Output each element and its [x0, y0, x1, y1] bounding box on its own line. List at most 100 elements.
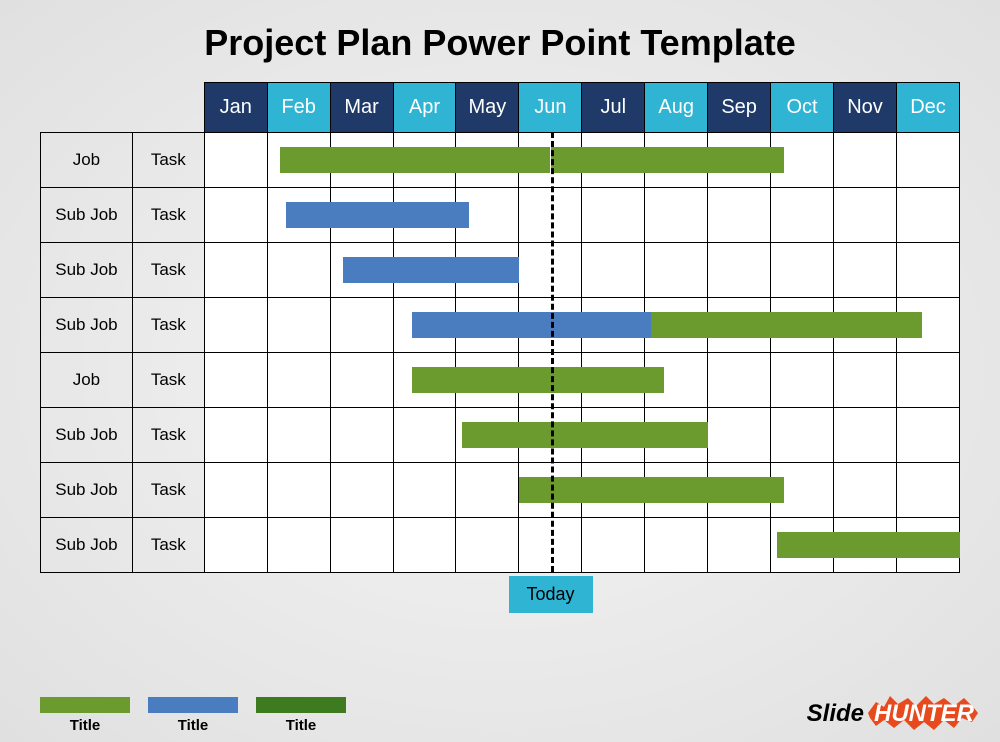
- month-header-may: May: [456, 83, 519, 133]
- brand-badge: HUNTER: [868, 698, 980, 730]
- gantt-cell: [771, 133, 834, 188]
- brand-text-slide: Slide: [807, 700, 864, 728]
- gantt-cell: [456, 188, 519, 243]
- legend: TitleTitleTitle: [40, 697, 346, 734]
- blank-header-task: [132, 83, 204, 133]
- gantt-cell: [456, 463, 519, 518]
- task-label: Task: [132, 188, 204, 243]
- gantt-cell: [896, 243, 959, 298]
- gantt-cell: [708, 188, 771, 243]
- gantt-cell: [645, 518, 708, 573]
- legend-swatch: [40, 697, 130, 713]
- job-label: Sub Job: [41, 408, 133, 463]
- gantt-cell: [771, 408, 834, 463]
- gantt-cell: [771, 518, 834, 573]
- blank-header-job: [41, 83, 133, 133]
- page-title: Project Plan Power Point Template: [0, 0, 1000, 82]
- gantt-cell: [896, 353, 959, 408]
- gantt-cell: [708, 518, 771, 573]
- task-label: Task: [132, 518, 204, 573]
- gantt-cell: [582, 133, 645, 188]
- legend-item: Title: [40, 697, 130, 734]
- job-label: Sub Job: [41, 518, 133, 573]
- job-label: Sub Job: [41, 298, 133, 353]
- gantt-cell: [708, 298, 771, 353]
- job-label: Job: [41, 133, 133, 188]
- gantt-cell: [456, 298, 519, 353]
- gantt-cell: [771, 243, 834, 298]
- task-label: Task: [132, 298, 204, 353]
- gantt-cell: [834, 298, 897, 353]
- gantt-cell: [834, 518, 897, 573]
- gantt-cell: [834, 188, 897, 243]
- month-header-nov: Nov: [834, 83, 897, 133]
- gantt-cell: [267, 518, 330, 573]
- job-label: Job: [41, 353, 133, 408]
- legend-label: Title: [148, 717, 238, 734]
- legend-swatch: [256, 697, 346, 713]
- gantt-cell: [267, 133, 330, 188]
- gantt-cell: [393, 243, 456, 298]
- task-label: Task: [132, 353, 204, 408]
- gantt-cell: [267, 463, 330, 518]
- month-header-aug: Aug: [645, 83, 708, 133]
- gantt-cell: [708, 133, 771, 188]
- gantt-cell: [204, 188, 267, 243]
- gantt-cell: [896, 408, 959, 463]
- gantt-cell: [582, 353, 645, 408]
- gantt-cell: [393, 408, 456, 463]
- gantt-cell: [645, 463, 708, 518]
- gantt-cell: [204, 463, 267, 518]
- gantt-cell: [645, 243, 708, 298]
- task-label: Task: [132, 133, 204, 188]
- gantt-cell: [645, 133, 708, 188]
- table-row: Sub JobTask: [41, 188, 960, 243]
- gantt-cell: [204, 518, 267, 573]
- table-row: Sub JobTask: [41, 408, 960, 463]
- gantt-cell: [393, 353, 456, 408]
- gantt-cell: [771, 353, 834, 408]
- gantt-cell: [582, 188, 645, 243]
- month-header-jan: Jan: [204, 83, 267, 133]
- gantt-cell: [204, 408, 267, 463]
- task-label: Task: [132, 463, 204, 518]
- gantt-cell: [393, 298, 456, 353]
- gantt-cell: [204, 133, 267, 188]
- gantt-cell: [896, 463, 959, 518]
- gantt-cell: [393, 188, 456, 243]
- gantt-cell: [582, 408, 645, 463]
- gantt-cell: [645, 353, 708, 408]
- gantt-cell: [456, 408, 519, 463]
- gantt-cell: [393, 463, 456, 518]
- job-label: Sub Job: [41, 243, 133, 298]
- gantt-cell: [896, 133, 959, 188]
- gantt-cell: [834, 353, 897, 408]
- gantt-cell: [330, 408, 393, 463]
- gantt-cell: [267, 188, 330, 243]
- gantt-cell: [204, 298, 267, 353]
- today-line: [551, 132, 554, 572]
- gantt-cell: [834, 463, 897, 518]
- gantt-cell: [330, 353, 393, 408]
- gantt-cell: [582, 463, 645, 518]
- gantt-cell: [708, 463, 771, 518]
- table-row: Sub JobTask: [41, 518, 960, 573]
- month-header-feb: Feb: [267, 83, 330, 133]
- month-header-dec: Dec: [896, 83, 959, 133]
- brand-logo: Slide HUNTER: [807, 698, 980, 730]
- gantt-cell: [708, 243, 771, 298]
- gantt-cell: [330, 243, 393, 298]
- month-header-oct: Oct: [771, 83, 834, 133]
- task-label: Task: [132, 243, 204, 298]
- gantt-chart: JanFebMarAprMayJunJulAugSepOctNovDec Job…: [40, 82, 960, 573]
- gantt-cell: [645, 298, 708, 353]
- gantt-cell: [771, 463, 834, 518]
- job-label: Sub Job: [41, 463, 133, 518]
- gantt-cell: [393, 133, 456, 188]
- gantt-cell: [645, 188, 708, 243]
- gantt-cell: [330, 188, 393, 243]
- gantt-cell: [456, 133, 519, 188]
- today-tag: Today: [509, 576, 593, 613]
- gantt-cell: [771, 188, 834, 243]
- job-label: Sub Job: [41, 188, 133, 243]
